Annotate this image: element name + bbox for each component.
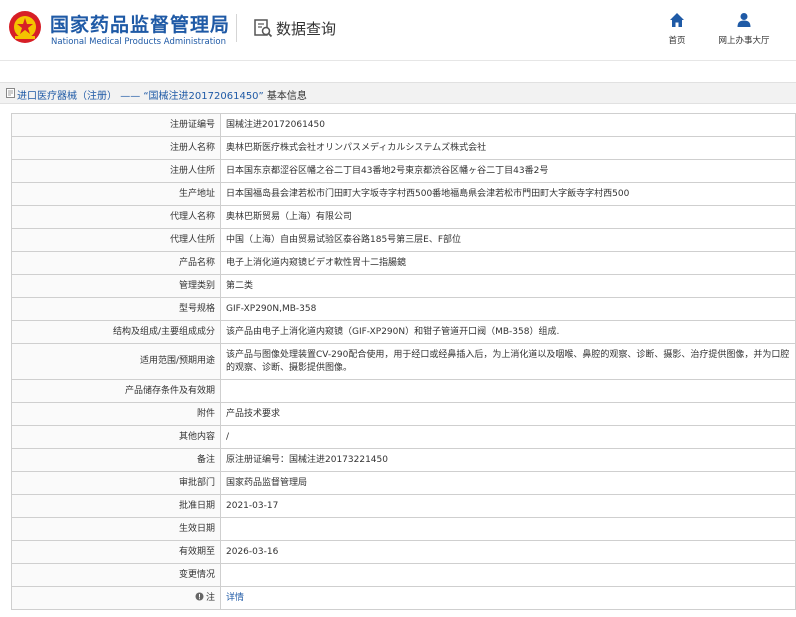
- header-divider: [236, 14, 237, 42]
- field-label: 变更情况: [11, 563, 221, 587]
- table-row: 注册证编号 国械注进20172061450: [11, 113, 796, 137]
- field-label: 生产地址: [11, 182, 221, 206]
- field-label: 备注: [11, 448, 221, 472]
- field-label: 有效期至: [11, 540, 221, 564]
- breadcrumb-separator: ——: [120, 91, 141, 102]
- table-row: 注 详情: [11, 586, 796, 610]
- field-value: 日本国东京都涩谷区幡之谷二丁目43番地2号東京都渋谷区幡ヶ谷二丁目43番2号: [220, 159, 796, 183]
- field-value: 国家药品监督管理局: [220, 471, 796, 495]
- field-label: 注: [11, 586, 221, 610]
- table-row: 注册人住所 日本国东京都涩谷区幡之谷二丁目43番地2号東京都渋谷区幡ヶ谷二丁目43…: [11, 159, 796, 183]
- field-label: 注册人名称: [11, 136, 221, 160]
- field-label: 代理人名称: [11, 205, 221, 229]
- field-label: 审批部门: [11, 471, 221, 495]
- field-label-text: 注: [205, 592, 215, 603]
- home-icon: [670, 13, 684, 27]
- field-value: 奥林巴斯医疗株式会社オリンパスメディカルシステムズ株式会社: [220, 136, 796, 160]
- site-title: 国家药品监督管理局: [50, 14, 231, 36]
- field-label: 结构及组成/主要组成成分: [11, 320, 221, 344]
- field-value: 详情: [220, 586, 796, 610]
- table-row: 附件 产品技术要求: [11, 402, 796, 426]
- nav-home[interactable]: 首页: [642, 12, 712, 46]
- breadcrumb: 进口医疗器械（注册） —— “国械注进20172061450” 基本信息: [17, 87, 307, 102]
- table-row: 批准日期 2021-03-17: [11, 494, 796, 518]
- field-value: 中国（上海）自由贸易试验区泰谷路185号第三层E、F部位: [220, 228, 796, 252]
- table-row: 备注 原注册证编号：国械注进20173221450: [11, 448, 796, 472]
- table-row: 型号规格 GIF-XP290N,MB-358: [11, 297, 796, 321]
- table-row: 产品名称 电子上消化道内窥镜ビデオ軟性胃十二指腸鏡: [11, 251, 796, 275]
- field-value: 日本国福岛县会津若松市门田町大字坂寺字村西500番地福島県会津若松市門田町大字飯…: [220, 182, 796, 206]
- table-row: 审批部门 国家药品监督管理局: [11, 471, 796, 495]
- field-value: 2026-03-16: [220, 540, 796, 564]
- field-label: 其他内容: [11, 425, 221, 449]
- table-row: 生效日期: [11, 517, 796, 541]
- data-query-icon: [254, 19, 273, 38]
- field-label: 型号规格: [11, 297, 221, 321]
- section-title: 数据查询: [276, 20, 337, 38]
- header-divider-line: [0, 60, 796, 61]
- field-label: 生效日期: [11, 517, 221, 541]
- field-value: /: [220, 425, 796, 449]
- nav-online-office-label: 网上办事大厅: [718, 36, 770, 46]
- field-label: 注册证编号: [11, 113, 221, 137]
- field-label: 适用范围/预期用途: [11, 343, 221, 380]
- field-value: 2021-03-17: [220, 494, 796, 518]
- field-value: [220, 379, 796, 403]
- field-value: GIF-XP290N,MB-358: [220, 297, 796, 321]
- note-icon: [195, 592, 204, 600]
- table-row: 有效期至 2026-03-16: [11, 540, 796, 564]
- table-row: 生产地址 日本国福岛县会津若松市门田町大字坂寺字村西500番地福島県会津若松市門田…: [11, 182, 796, 206]
- table-row: 代理人名称 奥林巴斯贸易（上海）有限公司: [11, 205, 796, 229]
- emblem-logo-icon: [9, 11, 41, 43]
- table-row: 适用范围/预期用途 该产品与图像处理装置CV-290配合使用，用于经口或经鼻插入后…: [11, 343, 796, 380]
- field-value: 该产品由电子上消化道内窥镜（GIF-XP290N）和钳子管道开口阀（MB-358…: [220, 320, 796, 344]
- table-row: 产品储存条件及有效期: [11, 379, 796, 403]
- site-header: 国家药品监督管理局 National Medical Products Admi…: [0, 0, 796, 56]
- field-value: 电子上消化道内窥镜ビデオ軟性胃十二指腸鏡: [220, 251, 796, 275]
- breadcrumb-link-category[interactable]: 进口医疗器械（注册）: [17, 91, 117, 102]
- field-label: 管理类别: [11, 274, 221, 298]
- field-value: [220, 517, 796, 541]
- detail-link[interactable]: 详情: [226, 593, 244, 603]
- breadcrumb-current: “国械注进20172061450”: [143, 91, 264, 102]
- field-label: 代理人住所: [11, 228, 221, 252]
- table-row: 结构及组成/主要组成成分 该产品由电子上消化道内窥镜（GIF-XP290N）和钳子…: [11, 320, 796, 344]
- table-row: 管理类别 第二类: [11, 274, 796, 298]
- table-row: 代理人住所 中国（上海）自由贸易试验区泰谷路185号第三层E、F部位: [11, 228, 796, 252]
- nav-online-office[interactable]: 网上办事大厅: [709, 12, 779, 46]
- field-value: 原注册证编号：国械注进20173221450: [220, 448, 796, 472]
- field-label: 批准日期: [11, 494, 221, 518]
- document-icon: [6, 88, 15, 98]
- table-row: 注册人名称 奥林巴斯医疗株式会社オリンパスメディカルシステムズ株式会社: [11, 136, 796, 160]
- field-label: 注册人住所: [11, 159, 221, 183]
- table-row: 变更情况: [11, 563, 796, 587]
- site-subtitle: National Medical Products Administration: [51, 37, 226, 47]
- nav-home-label: 首页: [668, 36, 686, 46]
- user-icon: [737, 13, 751, 27]
- table-row: 其他内容 /: [11, 425, 796, 449]
- registration-info-table: 注册证编号 国械注进20172061450 注册人名称 奥林巴斯医疗株式会社オリンパス…: [11, 113, 796, 610]
- field-value: 国械注进20172061450: [220, 113, 796, 137]
- field-value: 产品技术要求: [220, 402, 796, 426]
- field-value: 第二类: [220, 274, 796, 298]
- field-value: 奥林巴斯贸易（上海）有限公司: [220, 205, 796, 229]
- breadcrumb-tail: 基本信息: [266, 91, 307, 102]
- breadcrumb-bar: 进口医疗器械（注册） —— “国械注进20172061450” 基本信息: [0, 82, 796, 104]
- field-value: 该产品与图像处理装置CV-290配合使用，用于经口或经鼻插入后，为上消化道以及咽…: [220, 343, 796, 380]
- field-label: 附件: [11, 402, 221, 426]
- field-label: 产品名称: [11, 251, 221, 275]
- field-label: 产品储存条件及有效期: [11, 379, 221, 403]
- field-value: [220, 563, 796, 587]
